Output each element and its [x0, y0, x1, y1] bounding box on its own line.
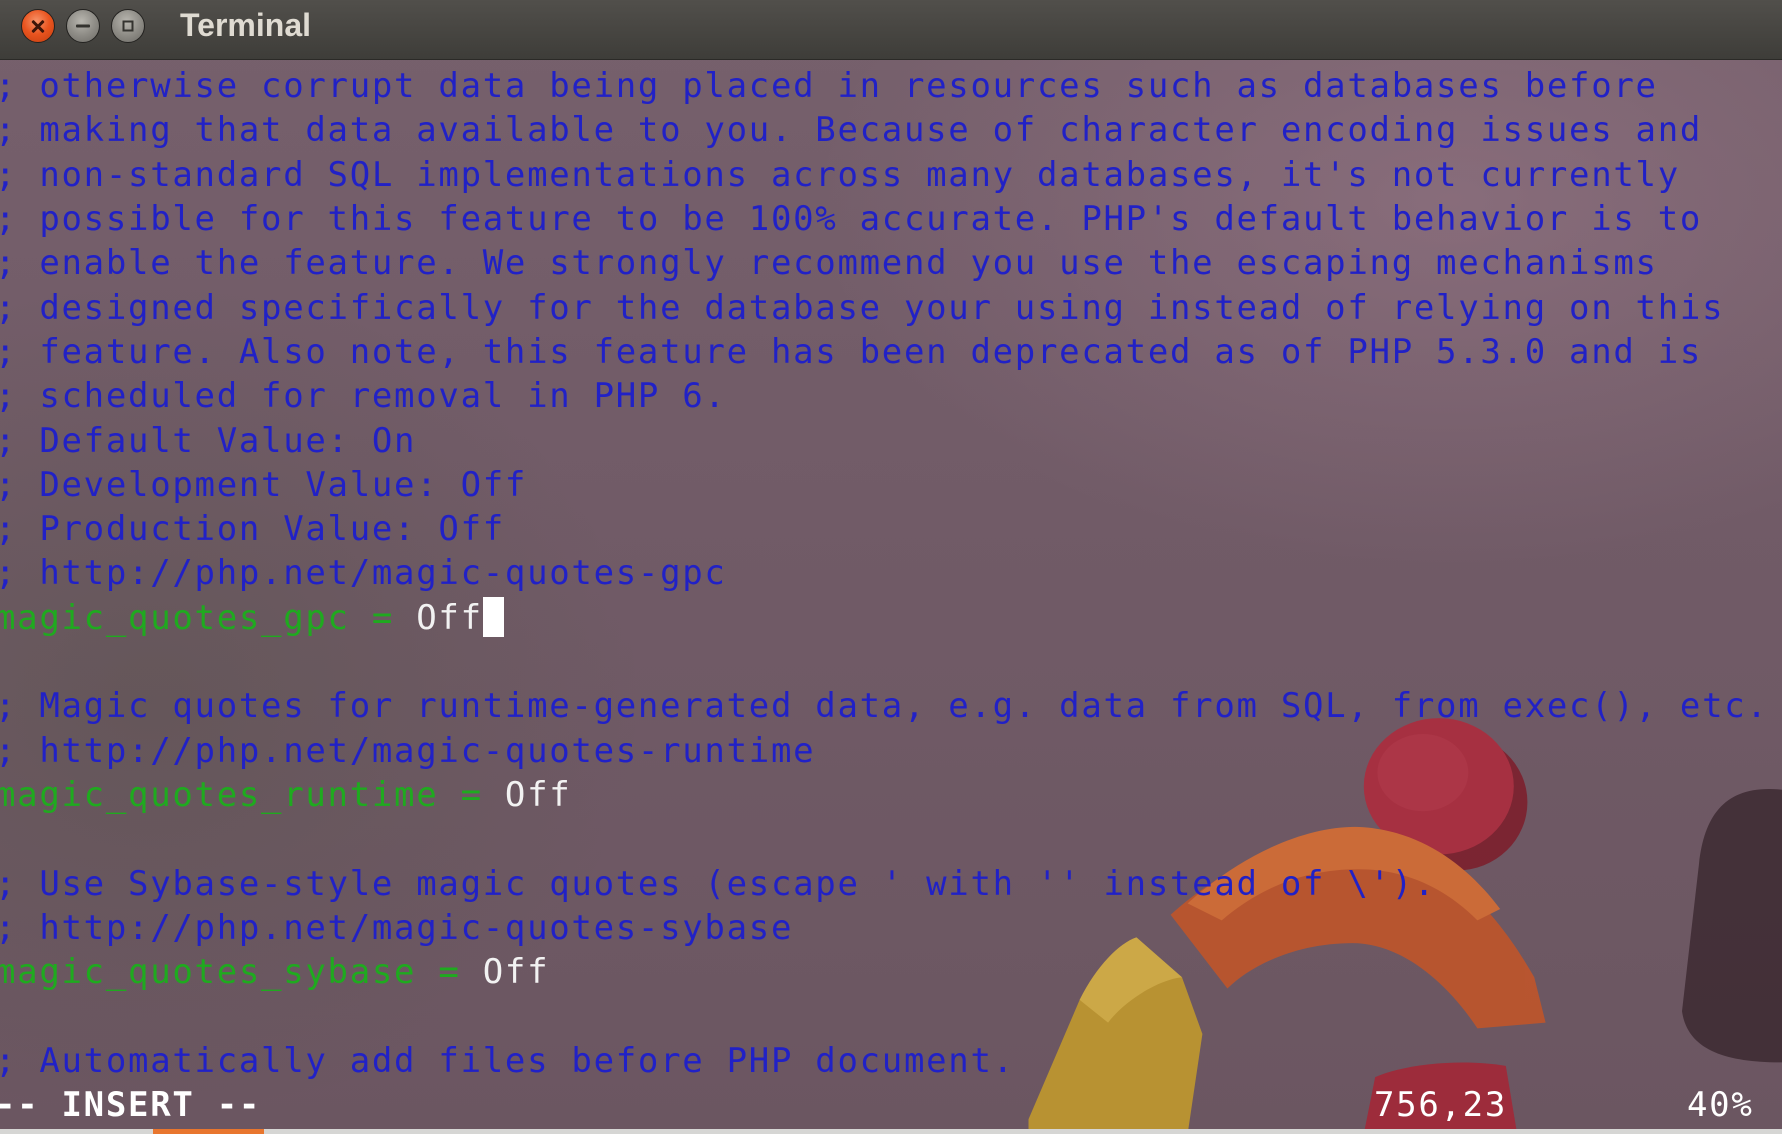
comment-line: ; Development Value: Off [0, 464, 528, 505]
setting-operator: = [438, 952, 461, 993]
vim-mode-indicator: -- INSERT -- [0, 1085, 262, 1126]
comment-line: ; scheduled for removal in PHP 6. [0, 376, 727, 417]
setting-value: Off [416, 597, 483, 638]
setting-line: magic_quotes_gpc = Off [0, 596, 1782, 640]
minimize-icon [76, 24, 90, 28]
text-cursor [482, 596, 504, 637]
title-bar[interactable]: Terminal [0, 0, 1782, 60]
setting-key: magic_quotes_gpc [0, 597, 350, 638]
comment-line: ; Default Value: On [0, 420, 417, 461]
minimize-button[interactable] [66, 9, 100, 43]
comment-line: ; http://php.net/magic-quotes-sybase [0, 907, 794, 948]
comment-line: ; possible for this feature to be 100% a… [0, 198, 1703, 239]
vim-scroll-percent: 40% [1687, 1085, 1754, 1126]
setting-value: Off [504, 775, 572, 815]
setting-key: magic_quotes_runtime [0, 775, 439, 815]
comment-line: ; http://php.net/magic-quotes-runtime [0, 730, 816, 771]
maximize-icon [122, 20, 134, 32]
comment-line: ; Magic quotes for runtime-generated dat… [0, 686, 1769, 727]
comment-line: ; non-standard SQL implementations acros… [0, 154, 1680, 195]
comment-line: ; otherwise corrupt data being placed in… [0, 66, 1658, 106]
window-bottom-edge [0, 1129, 1782, 1134]
setting-line: magic_quotes_runtime = Off [0, 773, 1782, 817]
vim-status-line: -- INSERT -- 756,23 40% [0, 1083, 1782, 1127]
terminal-content[interactable]: ; otherwise corrupt data being placed in… [0, 64, 1782, 1128]
comment-line: ; feature. Also note, this feature has b… [0, 331, 1703, 372]
setting-key: magic_quotes_sybase [0, 952, 417, 993]
terminal-window: Terminal ; otherwise corrupt data being … [0, 0, 1782, 1134]
window-title: Terminal [180, 7, 311, 43]
close-icon [30, 18, 46, 34]
bottom-edge-accent [153, 1129, 264, 1134]
comment-line: ; Automatically add files before PHP doc… [0, 1040, 1015, 1081]
comment-line: ; making that data available to you. Bec… [0, 110, 1703, 151]
setting-line: magic_quotes_sybase = Off [0, 950, 1782, 994]
comment-line: ; Production Value: Off [0, 509, 505, 550]
comment-line: ; enable the feature. We strongly recomm… [0, 243, 1658, 284]
setting-operator: = [371, 597, 395, 638]
comment-line: ; designed specifically for the database… [0, 287, 1725, 328]
setting-operator: = [460, 775, 483, 815]
setting-value: Off [482, 952, 550, 993]
comment-line: ; http://php.net/magic-quotes-gpc [0, 553, 727, 594]
comment-line: ; Use Sybase-style magic quotes (escape … [0, 863, 1437, 904]
vim-cursor-position: 756,23 [1374, 1085, 1508, 1126]
maximize-button[interactable] [111, 9, 145, 43]
close-button[interactable] [21, 9, 55, 43]
